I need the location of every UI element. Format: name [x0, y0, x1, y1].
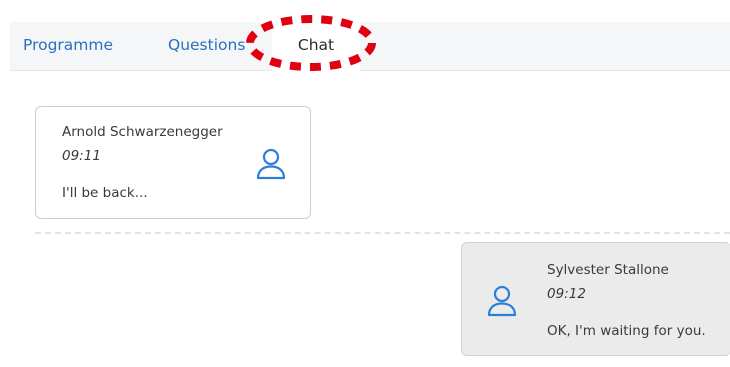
user-icon: [487, 285, 517, 317]
user-icon: [256, 148, 286, 180]
message-time: 09:12: [547, 286, 586, 302]
tab-programme[interactable]: Programme: [23, 22, 113, 70]
tab-bar: Programme Questions Chat: [10, 22, 730, 71]
message-text: I'll be back...: [62, 185, 148, 201]
tab-chat[interactable]: Chat: [272, 22, 360, 71]
message-author: Arnold Schwarzenegger: [62, 124, 223, 140]
tab-questions[interactable]: Questions: [168, 22, 245, 70]
chat-message: Arnold Schwarzenegger 09:11 I'll be back…: [35, 106, 311, 219]
message-author: Sylvester Stallone: [547, 262, 669, 278]
message-time: 09:11: [62, 148, 101, 164]
chat-message: Sylvester Stallone 09:12 OK, I'm waiting…: [461, 242, 730, 356]
message-text: OK, I'm waiting for you.: [547, 323, 706, 339]
divider: [35, 232, 730, 234]
